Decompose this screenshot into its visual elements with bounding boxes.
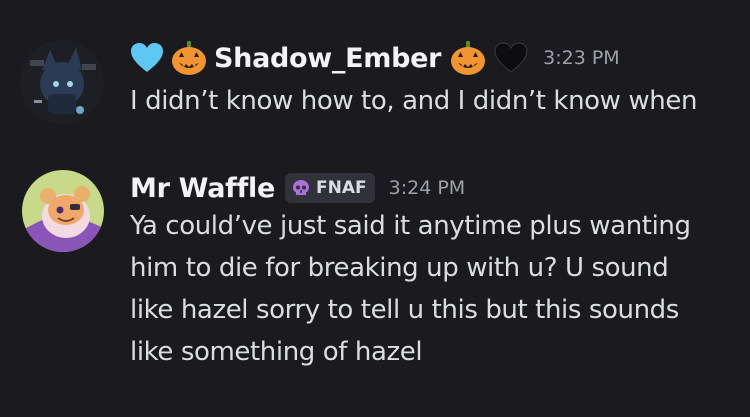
black-heart-icon: [493, 42, 529, 74]
jack-o-lantern-icon: [449, 39, 487, 77]
username[interactable]: Mr Waffle: [130, 173, 275, 204]
server-tag-label: FNAF: [315, 178, 367, 198]
blue-heart-icon: [130, 42, 164, 74]
avatar-shadow-ember[interactable]: [20, 40, 104, 124]
timestamp: 3:23 PM: [543, 47, 620, 69]
message-1: Shadow_Ember 3:23 PM I didn’t know how t…: [0, 0, 750, 140]
message-line: like something of hazel: [130, 337, 423, 367]
avatar-art-icon: [22, 170, 104, 252]
message-2: Mr Waffle FNAF 3:24 PM Ya could’ve just …: [0, 150, 750, 410]
jack-o-lantern-icon: [170, 39, 208, 77]
skull-icon: [292, 180, 309, 195]
message-line: Ya could’ve just said it anytime plus wa…: [130, 211, 691, 241]
timestamp: 3:24 PM: [388, 177, 466, 199]
message-2-header: Mr Waffle FNAF 3:24 PM: [130, 168, 465, 208]
server-tag[interactable]: FNAF: [284, 173, 375, 203]
message-1-header: Shadow_Ember 3:23 PM: [130, 38, 620, 78]
message-1-text: I didn’t know how to, and I didn’t know …: [130, 86, 698, 116]
avatar-mr-waffle[interactable]: [22, 170, 104, 252]
username[interactable]: Shadow_Ember: [214, 43, 441, 74]
message-line: like hazel sorry to tell u this but this…: [130, 295, 679, 325]
message-line: him to die for breaking up with u? U sou…: [130, 253, 669, 283]
message-2-text: Ya could’ve just said it anytime plus wa…: [130, 205, 691, 373]
avatar-art-icon: [20, 40, 104, 124]
